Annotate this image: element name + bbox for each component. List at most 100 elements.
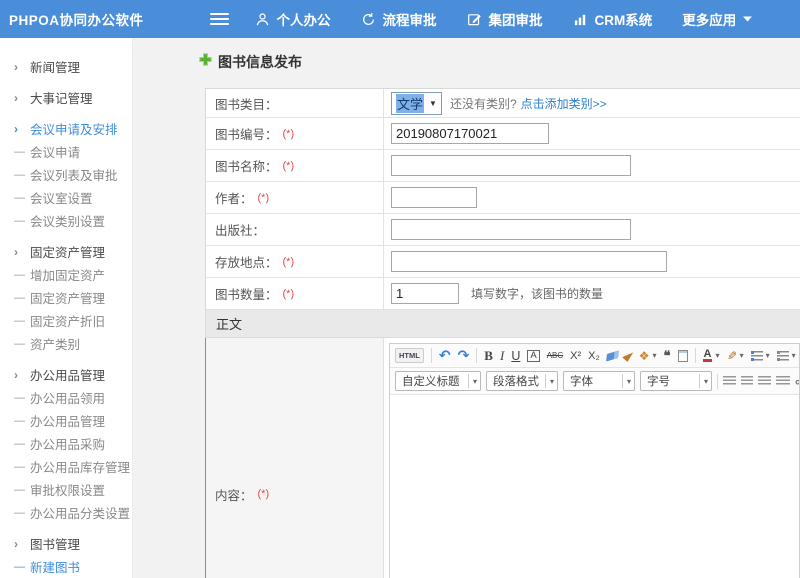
align-center-icon[interactable] <box>741 376 753 386</box>
italic-icon[interactable]: I <box>500 348 504 364</box>
highlight-color-icon[interactable]: ✎ ▾ <box>727 349 744 363</box>
icon-glyph <box>758 376 771 386</box>
align-right-icon[interactable] <box>758 376 771 386</box>
book-name-input[interactable] <box>391 155 631 176</box>
sidebar-item-fixed-assets-management[interactable]: › 固定资产管理 <box>0 240 132 263</box>
font-color-icon[interactable]: A ▾ <box>703 350 720 362</box>
add-category-link[interactable]: 点击添加类别>> <box>521 95 607 112</box>
book-no-input[interactable] <box>391 123 549 144</box>
form-row-book-name: 图书名称： (*) <box>206 150 800 182</box>
location-input[interactable] <box>391 251 667 272</box>
sidebar-item-meeting-apply-arrange[interactable]: › 会议申请及安排 <box>0 117 132 140</box>
undo-icon[interactable]: ↶ <box>439 347 451 364</box>
quantity-input[interactable] <box>391 283 459 304</box>
sidebar-item-label: 固定资产管理 <box>30 288 105 307</box>
sidebar-item-label: 会议类别设置 <box>30 211 105 230</box>
bold-icon[interactable]: B <box>484 348 493 364</box>
book-category-select[interactable]: 文学 ▼ <box>391 92 442 115</box>
sidebar-item-approval-permission-settings[interactable]: — 审批权限设置 <box>0 478 132 501</box>
chevron-down-icon: ▾ <box>766 351 770 360</box>
item-prefix-icon: — <box>14 315 30 327</box>
sidebar-item-label: 固定资产折旧 <box>30 311 105 330</box>
publisher-input[interactable] <box>391 219 631 240</box>
nav-crm-system[interactable]: CRM系统 <box>573 9 653 29</box>
sidebar-item-add-fixed-asset[interactable]: — 增加固定资产 <box>0 263 132 286</box>
sidebar-item-new-book[interactable]: — 新建图书 <box>0 555 132 578</box>
sidebar-item-office-supplies-manage[interactable]: — 办公用品管理 <box>0 409 132 432</box>
icon-glyph: U <box>511 349 520 363</box>
page-title: 图书信息发布 <box>218 52 302 72</box>
sidebar-item-meeting-room-settings[interactable]: — 会议室设置 <box>0 186 132 209</box>
eraser-icon[interactable] <box>607 352 618 360</box>
nav-workflow-approval[interactable]: 流程审批 <box>361 9 437 29</box>
sidebar-item-meeting-list-approval[interactable]: — 会议列表及审批 <box>0 163 132 186</box>
chevron-down-icon: ▾ <box>468 374 477 388</box>
link-icon[interactable]: ∞ <box>795 374 799 389</box>
body-section-header: 正文 <box>206 310 800 338</box>
nav-more-apps[interactable]: 更多应用 <box>682 9 752 29</box>
font-family-select[interactable]: 字体 ▾ <box>563 371 635 391</box>
sidebar-item-office-supplies-requisition[interactable]: — 办公用品领用 <box>0 386 132 409</box>
icon-glyph: X² <box>570 350 581 362</box>
sidebar-item-label: 会议列表及审批 <box>30 165 118 184</box>
paste-text-icon[interactable] <box>678 350 688 362</box>
hamburger-menu-icon[interactable] <box>210 13 229 26</box>
sidebar-item-office-supplies-purchase[interactable]: — 办公用品采购 <box>0 432 132 455</box>
sidebar-item-meeting-apply[interactable]: — 会议申请 <box>0 140 132 163</box>
sidebar-item-office-supplies-inventory[interactable]: — 办公用品库存管理 <box>0 455 132 478</box>
font-size-select[interactable]: 字号 ▾ <box>640 371 712 391</box>
paragraph-format-select[interactable]: 段落格式 ▾ <box>486 371 558 391</box>
nav-personal-office[interactable]: 个人办公 <box>255 9 331 29</box>
ordered-list-icon[interactable]: ▾ <box>777 351 796 361</box>
item-prefix-icon: — <box>14 461 30 473</box>
field-label: 出版社： <box>215 220 265 239</box>
sidebar-item-book-management[interactable]: › 图书管理 <box>0 532 132 555</box>
icon-glyph: I <box>500 348 504 364</box>
field-label: 图书类目： <box>206 89 384 117</box>
html-source-button[interactable]: HTML <box>395 348 424 363</box>
sidebar-item-office-supplies-classification[interactable]: — 办公用品分类设置 <box>0 501 132 524</box>
sidebar-menu: › 新闻管理 › 大事记管理 › 会议申请及安排 — 会议申请 — 会议列表及审… <box>0 38 133 578</box>
page-header: 图书信息发布 <box>133 38 800 72</box>
subscript-icon[interactable]: X₂ <box>588 350 600 362</box>
sidebar-item-label: 新闻管理 <box>30 57 80 76</box>
sidebar-item-fixed-asset-management[interactable]: — 固定资产管理 <box>0 286 132 309</box>
item-prefix-icon: › <box>14 91 30 105</box>
item-prefix-icon: — <box>14 338 30 350</box>
strikethrough-icon[interactable]: ABC <box>547 351 563 360</box>
underline-icon[interactable]: U <box>511 349 520 363</box>
sidebar-item-office-supplies-management[interactable]: › 办公用品管理 <box>0 363 132 386</box>
auto-typeset-icon[interactable]: ❖ ▾ <box>639 349 657 363</box>
sidebar-item-meeting-category-settings[interactable]: — 会议类别设置 <box>0 209 132 232</box>
superscript-icon[interactable]: X² <box>570 350 581 362</box>
custom-heading-select[interactable]: 自定义标题 ▾ <box>395 371 481 391</box>
editor-body[interactable] <box>390 395 799 578</box>
selected-category-value: 文学 <box>396 94 424 113</box>
sidebar-item-fixed-asset-depreciation[interactable]: — 固定资产折旧 <box>0 309 132 332</box>
redo-icon[interactable]: ↷ <box>458 347 470 364</box>
author-input[interactable] <box>391 187 477 208</box>
format-brush-icon[interactable] <box>625 350 632 361</box>
sidebar-item-label: 办公用品采购 <box>30 434 105 453</box>
boxed-a-icon[interactable]: A <box>527 350 539 362</box>
form-row-publisher: 出版社： <box>206 214 800 246</box>
sidebar-item-label: 办公用品管理 <box>30 365 105 384</box>
bullet-list-icon[interactable]: ▾ <box>751 351 770 361</box>
chevron-down-icon: ▼ <box>429 99 437 108</box>
toolbar-separator <box>431 348 432 363</box>
icon-glyph <box>741 376 753 386</box>
item-prefix-icon: — <box>14 169 30 181</box>
align-justify-icon[interactable] <box>776 376 790 386</box>
sidebar-item-events-management[interactable]: › 大事记管理 <box>0 86 132 109</box>
item-prefix-icon: — <box>14 415 30 427</box>
sidebar-item-news-management[interactable]: › 新闻管理 <box>0 55 132 78</box>
blockquote-icon[interactable]: ❝ <box>664 348 671 364</box>
sidebar-item-label: 图书管理 <box>30 534 80 553</box>
chevron-down-icon: ▾ <box>653 351 657 360</box>
bar-chart-icon <box>573 12 588 27</box>
align-left-icon[interactable] <box>723 376 736 386</box>
main-content: 图书信息发布 图书类目： 文学 ▼ 还没有类别? 点击添加类别>> 图 <box>133 38 800 578</box>
sidebar-item-asset-category[interactable]: — 资产类别 <box>0 332 132 355</box>
nav-group-approval[interactable]: 集团审批 <box>467 9 543 29</box>
icon-glyph <box>751 351 763 361</box>
